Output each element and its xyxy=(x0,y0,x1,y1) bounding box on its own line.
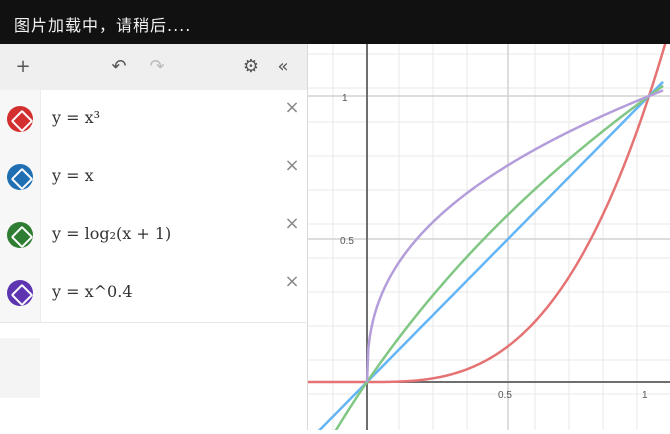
y-tick-1: 1 xyxy=(342,93,348,104)
expression-text[interactable]: y = x³ xyxy=(52,108,100,127)
expression-color-icon[interactable] xyxy=(7,222,33,248)
graphing-app: + ↶ ↷ ⚙ « y = x³ × y = x × y = log₂(x + … xyxy=(0,41,670,434)
empty-expression-slot[interactable] xyxy=(0,338,40,398)
collapse-panel-icon[interactable]: « xyxy=(270,54,296,80)
axes xyxy=(308,44,670,430)
expression-tab[interactable] xyxy=(0,148,41,206)
expression-row[interactable]: y = log₂(x + 1) × xyxy=(0,206,307,265)
expression-text[interactable]: y = x^0.4 xyxy=(52,282,133,301)
major-gridlines xyxy=(308,44,670,430)
expression-text[interactable]: y = x xyxy=(52,166,94,185)
expression-row[interactable]: y = x × xyxy=(0,148,307,207)
loading-message: 图片加载中，请稍后.... xyxy=(14,16,192,35)
add-expression-icon[interactable]: + xyxy=(10,54,36,80)
expression-color-icon[interactable] xyxy=(7,280,33,306)
expression-toolbar: + ↶ ↷ ⚙ « xyxy=(0,44,307,91)
delete-expression-icon[interactable]: × xyxy=(282,98,302,118)
x-tick-0.5: 0.5 xyxy=(498,390,512,401)
x-tick-1: 1 xyxy=(642,390,648,401)
delete-expression-icon[interactable]: × xyxy=(282,272,302,292)
graph-canvas[interactable]: 1 0.5 0.5 1 xyxy=(308,41,670,434)
expression-row[interactable]: y = x^0.4 × xyxy=(0,264,307,323)
minor-gridlines xyxy=(308,44,670,430)
graph-svg: 1 0.5 0.5 1 xyxy=(308,41,670,434)
settings-icon[interactable]: ⚙ xyxy=(238,54,264,80)
loading-header: 图片加载中，请稍后.... xyxy=(0,0,670,44)
expression-color-icon[interactable] xyxy=(7,164,33,190)
expression-row[interactable]: y = x³ × xyxy=(0,90,307,149)
expression-tab[interactable] xyxy=(0,264,41,322)
curve-x-cubed xyxy=(308,41,668,384)
expression-tab[interactable] xyxy=(0,90,41,148)
y-tick-0.5: 0.5 xyxy=(340,236,354,247)
undo-icon[interactable]: ↶ xyxy=(106,54,132,80)
delete-expression-icon[interactable]: × xyxy=(282,156,302,176)
expression-color-icon[interactable] xyxy=(7,106,33,132)
expression-panel: + ↶ ↷ ⚙ « y = x³ × y = x × y = log₂(x + … xyxy=(0,44,308,430)
curve-identity xyxy=(313,80,664,434)
redo-icon[interactable]: ↷ xyxy=(144,54,170,80)
expression-tab[interactable] xyxy=(0,206,41,264)
delete-expression-icon[interactable]: × xyxy=(282,214,302,234)
expression-text[interactable]: y = log₂(x + 1) xyxy=(52,224,171,243)
